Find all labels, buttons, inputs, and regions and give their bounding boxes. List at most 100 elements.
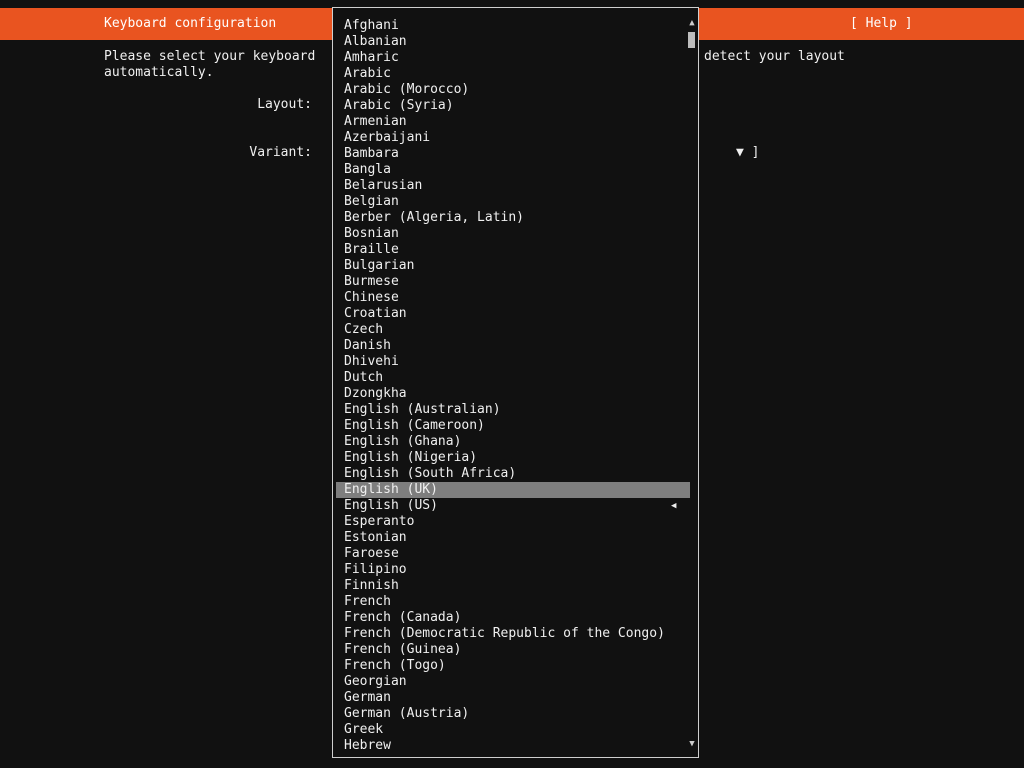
- layout-option-label: English (US): [344, 498, 438, 513]
- layout-option[interactable]: Danish: [333, 338, 699, 354]
- scroll-down-arrow-icon[interactable]: ▼: [687, 739, 697, 749]
- layout-option[interactable]: Azerbaijani: [333, 130, 699, 146]
- layout-option-label: Dhivehi: [344, 354, 399, 369]
- layout-option-label: French (Canada): [344, 610, 462, 625]
- layout-option[interactable]: Bosnian: [333, 226, 699, 242]
- layout-option[interactable]: Chinese: [333, 290, 699, 306]
- layout-option-label: Danish: [344, 338, 391, 353]
- layout-option-label: French (Togo): [344, 658, 446, 673]
- layout-option-label: English (Ghana): [344, 434, 462, 449]
- layout-option[interactable]: German (Austria): [333, 706, 699, 722]
- variant-select-arrow[interactable]: ▼ ]: [736, 145, 759, 161]
- layout-option[interactable]: Bangla: [333, 162, 699, 178]
- layout-option-label: Dzongkha: [344, 386, 407, 401]
- scroll-up-arrow-icon[interactable]: ▲: [687, 18, 697, 28]
- layout-option[interactable]: Berber (Algeria, Latin): [333, 210, 699, 226]
- layout-option[interactable]: Georgian: [333, 674, 699, 690]
- layout-option[interactable]: French (Canada): [333, 610, 699, 626]
- layout-option-label: Amharic: [344, 50, 399, 65]
- layout-option-label: Bambara: [344, 146, 399, 161]
- layout-option[interactable]: Albanian: [333, 34, 699, 50]
- layout-option-label: Burmese: [344, 274, 399, 289]
- layout-option[interactable]: English (Ghana): [333, 434, 699, 450]
- layout-option-label: Braille: [344, 242, 399, 257]
- layout-option[interactable]: Armenian: [333, 114, 699, 130]
- intro-line-2: automatically.: [104, 65, 214, 80]
- layout-option-label: Czech: [344, 322, 384, 337]
- layout-option[interactable]: Hebrew: [333, 738, 699, 754]
- layout-dropdown-list[interactable]: Afghani Albanian Amharic Arabic Arabic (Moro…: [332, 7, 699, 758]
- layout-option-label: Esperanto: [344, 514, 415, 529]
- layout-option[interactable]: French (Guinea): [333, 642, 699, 658]
- layout-option[interactable]: Greek: [333, 722, 699, 738]
- layout-option-label: Georgian: [344, 674, 407, 689]
- intro-line-1-continued: detect your layout: [704, 49, 845, 64]
- variant-label: Variant:: [249, 145, 312, 160]
- layout-option[interactable]: Dhivehi: [333, 354, 699, 370]
- layout-option-label: Hebrew: [344, 738, 391, 753]
- layout-option-label: English (UK): [344, 482, 438, 497]
- layout-option[interactable]: French: [333, 594, 699, 610]
- layout-option[interactable]: Esperanto: [333, 514, 699, 530]
- layout-option[interactable]: Czech: [333, 322, 699, 338]
- layout-option[interactable]: English (Australian): [333, 402, 699, 418]
- layout-option-label: French (Guinea): [344, 642, 462, 657]
- layout-option[interactable]: English (Nigeria): [333, 450, 699, 466]
- layout-option-label: Croatian: [344, 306, 407, 321]
- layout-option-label: Arabic: [344, 66, 391, 81]
- layout-option[interactable]: Braille: [333, 242, 699, 258]
- layout-option[interactable]: Afghani: [333, 18, 699, 34]
- layout-option[interactable]: Arabic (Syria): [333, 98, 699, 114]
- layout-option[interactable]: Filipino: [333, 562, 699, 578]
- layout-option-label: Estonian: [344, 530, 407, 545]
- layout-option[interactable]: French (Democratic Republic of the Congo…: [333, 626, 699, 642]
- layout-option[interactable]: Dzongkha: [333, 386, 699, 402]
- layout-option[interactable]: Finnish: [333, 578, 699, 594]
- layout-option[interactable]: Faroese: [333, 546, 699, 562]
- layout-option[interactable]: Belarusian: [333, 178, 699, 194]
- layout-option-label: English (South Africa): [344, 466, 517, 481]
- layout-option-label: Dutch: [344, 370, 384, 385]
- layout-option[interactable]: Arabic: [333, 66, 699, 82]
- layout-option[interactable]: German: [333, 690, 699, 706]
- layout-option[interactable]: Dutch: [333, 370, 699, 386]
- layout-option-label: Bulgarian: [344, 258, 415, 273]
- layout-option[interactable]: Bambara: [333, 146, 699, 162]
- layout-option-selected[interactable]: English (UK): [336, 482, 690, 498]
- layout-option-label: Azerbaijani: [344, 130, 431, 145]
- layout-option[interactable]: English (Cameroon): [333, 418, 699, 434]
- intro-line-1: Please select your keyboard: [104, 49, 316, 64]
- layout-option-label: Berber (Algeria, Latin): [344, 210, 525, 225]
- layout-option[interactable]: Amharic: [333, 50, 699, 66]
- layout-option[interactable]: Bulgarian: [333, 258, 699, 274]
- layout-option-label: Belgian: [344, 194, 399, 209]
- layout-option-label: English (Nigeria): [344, 450, 478, 465]
- scrollbar-thumb[interactable]: [688, 32, 695, 48]
- layout-options: Afghani Albanian Amharic Arabic Arabic (Moro…: [333, 18, 699, 754]
- layout-option[interactable]: Burmese: [333, 274, 699, 290]
- layout-option-label: Bosnian: [344, 226, 399, 241]
- layout-option-label: French: [344, 594, 391, 609]
- layout-option-label: French (Democratic Republic of the Congo…: [344, 626, 665, 641]
- layout-option-label: German (Austria): [344, 706, 470, 721]
- installer-screen: Keyboard configuration [ Help ] Please s…: [0, 0, 1024, 768]
- layout-option[interactable]: French (Togo): [333, 658, 699, 674]
- layout-option[interactable]: English (US) ◀: [333, 498, 699, 514]
- layout-option-label: Arabic (Morocco): [344, 82, 470, 97]
- layout-option-label: Arabic (Syria): [344, 98, 454, 113]
- layout-option[interactable]: Arabic (Morocco): [333, 82, 699, 98]
- layout-option[interactable]: Belgian: [333, 194, 699, 210]
- help-button[interactable]: [ Help ]: [850, 8, 913, 40]
- current-layout-marker-icon: ◀: [671, 501, 677, 511]
- layout-option-label: Finnish: [344, 578, 399, 593]
- layout-option[interactable]: Estonian: [333, 530, 699, 546]
- layout-label: Layout:: [257, 97, 312, 112]
- layout-option-label: Filipino: [344, 562, 407, 577]
- layout-option-label: Afghani: [344, 18, 399, 33]
- layout-option-label: Armenian: [344, 114, 407, 129]
- layout-option[interactable]: Croatian: [333, 306, 699, 322]
- layout-option[interactable]: English (South Africa): [333, 466, 699, 482]
- layout-option-label: Chinese: [344, 290, 399, 305]
- layout-option-label: Bangla: [344, 162, 391, 177]
- layout-option-label: Albanian: [344, 34, 407, 49]
